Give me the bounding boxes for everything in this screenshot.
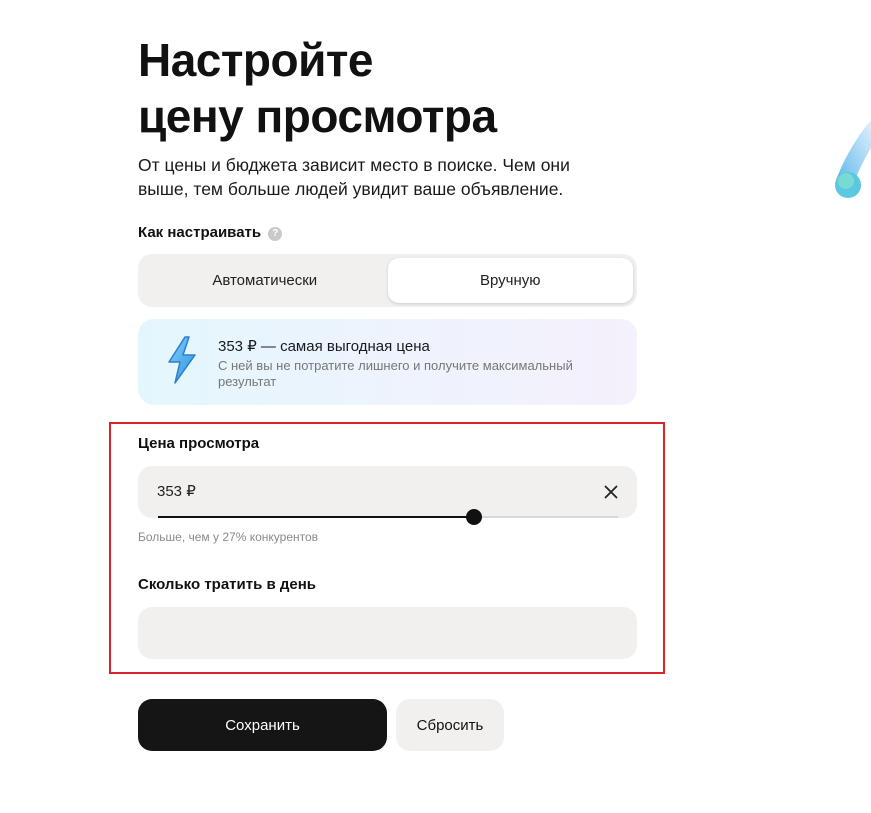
price-label: Цена просмотра — [138, 435, 260, 452]
mode-label: Как настраивать — [138, 224, 262, 241]
page-subtitle: От цены и бюджета зависит место в поиске… — [138, 155, 570, 199]
price-slider-fill — [158, 516, 475, 518]
recommended-price-title: 353 ₽ — самая выгодная цена — [218, 338, 430, 355]
help-icon[interactable]: ? — [268, 227, 283, 241]
lightning-icon — [168, 336, 196, 384]
page-title-line1: Настройте — [138, 34, 374, 86]
header: Настройте цену просмотра От цены и бюдже… — [138, 32, 638, 201]
decorative-shape — [835, 120, 871, 198]
price-hint: Больше, чем у 27% конкурентов — [138, 530, 319, 544]
recommended-price-banner: 353 ₽ — самая выгодная цена С ней вы не … — [138, 319, 637, 405]
page-title-line2: цену просмотра — [138, 90, 497, 142]
price-input[interactable]: 353 ₽ — [138, 466, 637, 518]
close-icon[interactable] — [601, 482, 621, 502]
save-button[interactable]: Сохранить — [138, 699, 387, 751]
page-title: Настройте цену просмотра — [138, 32, 638, 144]
reset-button[interactable]: Сбросить — [396, 699, 504, 751]
price-slider-thumb[interactable] — [466, 509, 483, 525]
price-slider[interactable] — [158, 509, 618, 525]
recommended-price-text: С ней вы не потратите лишнего и получите… — [218, 358, 573, 389]
budget-label: Сколько тратить в день — [138, 576, 317, 593]
price-input-value: 353 ₽ — [157, 483, 196, 500]
mode-switch: Автоматически Вручную — [138, 254, 637, 307]
budget-input[interactable] — [138, 607, 637, 659]
mode-option-auto[interactable]: Автоматически — [142, 258, 388, 303]
mode-label-row: Как настраивать ? — [138, 224, 283, 241]
mode-option-manual[interactable]: Вручную — [387, 258, 633, 303]
